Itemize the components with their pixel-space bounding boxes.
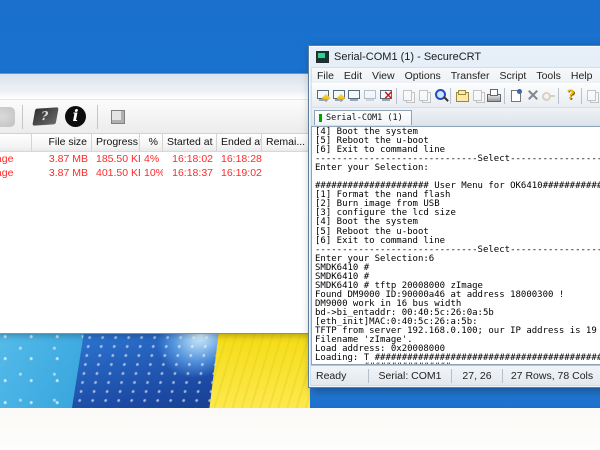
cell-progress: 185.50 KB [92, 152, 140, 166]
clone-session-icon[interactable] [471, 88, 485, 103]
col-header-file-size[interactable]: File size [32, 134, 92, 151]
menu-help[interactable]: Help [566, 70, 598, 82]
cell-started-at: 16:18:02 [163, 152, 217, 166]
cell-ended-at: 16:19:02 [217, 166, 262, 180]
status-ready: Ready [311, 370, 368, 382]
disconnect-icon[interactable]: × [379, 88, 393, 103]
cell-file-size: 3.87 MB [32, 152, 92, 166]
status-bar: Ready Serial: COM1 27, 26 27 Rows, 78 Co… [311, 365, 600, 385]
status-cursor-position: 27, 26 [451, 369, 502, 383]
tftp-toolbar [0, 100, 317, 134]
reconnect-icon[interactable] [363, 88, 377, 103]
table-row[interactable]: zImage 3.87 MB 185.50 KB 4% 16:18:02 16:… [0, 152, 317, 166]
tab-label: Serial-COM1 (1) [326, 113, 403, 123]
tray-icon[interactable] [111, 110, 125, 124]
toolbar-separator [504, 88, 505, 104]
transfer-table: File size Progress % Started at Ended at… [0, 134, 317, 180]
transfer-icon[interactable] [0, 107, 15, 127]
new-folder-icon[interactable] [455, 88, 469, 103]
cell-ended-at: 16:18:28 [217, 152, 262, 166]
table-row[interactable]: zImage 3.87 MB 401.50 KB 10% 16:18:37 16… [0, 166, 317, 180]
menu-options[interactable]: Options [400, 70, 446, 82]
col-header-started-at[interactable]: Started at [163, 134, 217, 151]
menu-transfer[interactable]: Transfer [446, 70, 495, 82]
terminal-area[interactable]: [4] Boot the system [5] Reboot the u-boo… [311, 126, 600, 365]
clipboard-icon[interactable] [585, 88, 599, 103]
cell-started-at: 16:18:37 [163, 166, 217, 180]
help-icon[interactable] [563, 88, 577, 103]
cell-percent: 10% [140, 166, 163, 180]
col-header-progress[interactable]: Progress [92, 134, 140, 151]
transfer-table-header: File size Progress % Started at Ended at… [0, 134, 317, 152]
status-terminal-size: 27 Rows, 78 Cols [502, 369, 600, 383]
toolbar-separator [396, 88, 397, 104]
connected-indicator-icon [319, 114, 322, 122]
tab-serial-com1[interactable]: Serial-COM1 (1) [314, 110, 412, 125]
connect-icon[interactable] [316, 88, 330, 103]
terminal-line: Enter your Selection: [315, 164, 600, 173]
toolbar: × [311, 83, 600, 108]
keymap-icon[interactable] [540, 88, 554, 103]
menu-bar: File Edit View Options Transfer Script T… [311, 67, 600, 83]
menu-view[interactable]: View [367, 70, 400, 82]
cell-name: zImage [0, 152, 32, 166]
paste-icon[interactable] [417, 88, 431, 103]
toolbar-separator [581, 88, 582, 104]
quick-connect-icon[interactable] [332, 88, 346, 103]
window-title: Serial-COM1 (1) - SecureCRT [334, 51, 481, 63]
toolbar-separator [97, 105, 98, 129]
print-icon[interactable] [486, 88, 500, 103]
connect-in-tab-icon[interactable] [347, 88, 361, 103]
cell-file-size: 3.87 MB [32, 166, 92, 180]
toolbar-separator [558, 88, 559, 104]
find-icon[interactable] [433, 88, 447, 103]
col-header-name[interactable] [0, 134, 32, 151]
tftp-window-titlebar[interactable] [0, 74, 317, 100]
securecrt-window: Serial-COM1 (1) - SecureCRT File Edit Vi… [308, 45, 600, 388]
about-icon[interactable] [65, 106, 86, 127]
tab-bar: Serial-COM1 (1) [311, 108, 600, 126]
toolbar-separator [22, 105, 23, 129]
cell-progress: 401.50 KB [92, 166, 140, 180]
toolbar-separator [450, 88, 451, 104]
global-options-icon[interactable] [525, 88, 539, 103]
desktop-bottom-band [0, 408, 600, 450]
col-header-ended-at[interactable]: Ended at [217, 134, 262, 151]
status-connection: Serial: COM1 [368, 369, 451, 383]
col-header-percent[interactable]: % [140, 134, 163, 151]
menu-edit[interactable]: Edit [339, 70, 367, 82]
menu-tools[interactable]: Tools [531, 70, 566, 82]
menu-file[interactable]: File [312, 70, 339, 82]
help-book-icon[interactable] [32, 107, 58, 126]
session-options-icon[interactable] [509, 88, 523, 103]
securecrt-titlebar[interactable]: Serial-COM1 (1) - SecureCRT [311, 46, 600, 67]
menu-script[interactable]: Script [495, 70, 532, 82]
cell-name: zImage [0, 166, 32, 180]
cell-percent: 4% [140, 152, 163, 166]
tftp-transfer-window: File size Progress % Started at Ended at… [0, 73, 318, 334]
securecrt-app-icon [316, 51, 329, 63]
copy-icon[interactable] [401, 88, 415, 103]
